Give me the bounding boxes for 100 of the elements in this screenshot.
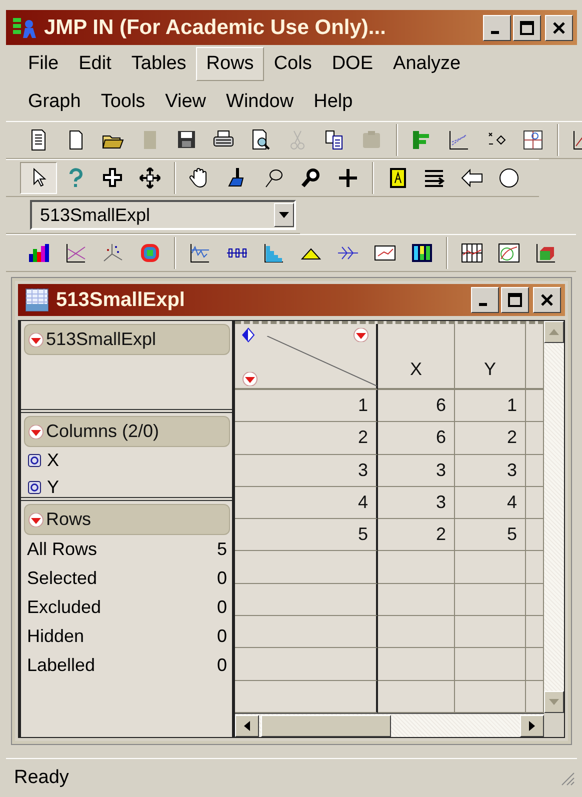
down-arrow-icon — [549, 699, 559, 705]
menu-item[interactable]: Window — [216, 85, 304, 119]
cube-icon — [534, 241, 558, 265]
diamond-icon[interactable] — [241, 327, 255, 343]
table-cell — [455, 584, 526, 616]
horizontal-scrollbar[interactable] — [235, 713, 544, 737]
close-button[interactable] — [533, 287, 561, 313]
menu-item[interactable]: Edit — [68, 47, 122, 81]
row-number[interactable]: 3 — [235, 454, 378, 487]
panel-header[interactable]: 513SmallExpl — [24, 324, 230, 355]
cross-icon — [100, 166, 124, 190]
row-number[interactable]: 1 — [235, 390, 378, 422]
row-state-label: Selected — [27, 568, 98, 589]
app-logo-icon — [12, 16, 38, 40]
vertical-scrollbar[interactable] — [544, 321, 564, 713]
menu-item[interactable]: File — [18, 47, 69, 81]
table-cell: 3 — [378, 454, 455, 487]
column-header[interactable]: X — [378, 324, 455, 390]
scrollbar-thumb[interactable] — [261, 714, 391, 736]
table-dropdown[interactable]: 513SmallExpl — [30, 200, 296, 230]
scroll-left-button[interactable] — [235, 714, 259, 736]
row-number[interactable] — [235, 616, 378, 648]
line-chart-icon — [64, 241, 88, 265]
matrix-plot-icon — [520, 128, 544, 152]
close-icon — [540, 293, 554, 307]
table-cell: 6 — [378, 422, 455, 455]
right-arrow-icon — [529, 720, 535, 730]
panel-title: Rows — [46, 509, 92, 530]
disclosure-icon[interactable] — [27, 332, 45, 346]
scroll-right-button[interactable] — [520, 714, 544, 736]
scroll-down-button[interactable] — [544, 691, 564, 713]
menu-item[interactable]: DOE — [322, 47, 384, 81]
circle-icon — [496, 166, 520, 190]
row-state-count: 0 — [216, 626, 227, 647]
row-state-label: Excluded — [27, 597, 102, 618]
table-cell: 3 — [378, 486, 455, 520]
cell-plot-icon — [410, 241, 434, 265]
minimize-icon — [491, 30, 499, 34]
minimize-icon — [479, 303, 487, 306]
column-header[interactable]: Y — [455, 324, 526, 390]
bar-chart-icon — [26, 241, 50, 265]
row-number[interactable] — [235, 648, 378, 681]
disclosure-icon[interactable] — [241, 372, 259, 386]
maximize-icon — [508, 293, 522, 307]
left-arrow-icon — [244, 720, 250, 730]
maximize-button[interactable] — [501, 287, 529, 313]
table-cell: 2 — [455, 422, 526, 455]
row-state-label: All Rows — [27, 539, 98, 560]
minimize-button[interactable] — [483, 14, 511, 40]
table-cell: 3 — [455, 454, 526, 487]
row-state-count: 0 — [216, 655, 227, 676]
row-state-count: 5 — [216, 539, 227, 560]
disclosure-icon[interactable] — [352, 328, 370, 342]
magnifier-icon — [298, 166, 322, 190]
table-cell: 6 — [378, 390, 455, 422]
disclosure-icon[interactable] — [27, 424, 45, 438]
table-cell: 1 — [455, 390, 526, 422]
menu-item[interactable]: Analyze — [383, 47, 471, 81]
contour-plot-icon — [496, 241, 520, 265]
menu-item[interactable]: View — [155, 85, 216, 119]
panel-title: Columns (2/0) — [46, 421, 160, 442]
menu-item[interactable]: Graph — [18, 85, 91, 119]
table-cell — [455, 551, 526, 584]
close-icon — [552, 20, 566, 34]
column-name[interactable]: X — [47, 450, 60, 471]
grid-chart-icon — [460, 241, 484, 265]
maximize-button[interactable] — [513, 14, 541, 40]
minimize-button[interactable] — [471, 287, 499, 313]
panel-header[interactable]: Columns (2/0) — [24, 416, 230, 447]
close-button[interactable] — [545, 14, 573, 40]
row-number[interactable]: 4 — [235, 486, 378, 520]
maximize-icon — [520, 20, 534, 34]
panel-title: 513SmallExpl — [46, 329, 156, 350]
table-cell: 2 — [378, 519, 455, 552]
scrollbar-corner — [544, 713, 564, 737]
status-text: Ready — [14, 767, 69, 789]
menu-item[interactable]: Rows — [196, 47, 264, 81]
row-state-label: Labelled — [27, 655, 96, 676]
table-cell: 4 — [455, 486, 526, 520]
resize-grip-icon[interactable] — [559, 770, 575, 786]
pointer-button[interactable] — [20, 162, 57, 194]
menu-item[interactable]: Help — [304, 85, 363, 119]
disclosure-icon[interactable] — [27, 512, 45, 526]
row-number[interactable] — [235, 551, 378, 584]
row-number[interactable]: 2 — [235, 422, 378, 455]
row-number[interactable]: 5 — [235, 519, 378, 552]
scatter-plot-icon — [446, 128, 470, 152]
panel-header[interactable]: Rows — [24, 504, 230, 535]
window-title: JMP IN (For Academic Use Only)... — [44, 16, 387, 40]
row-state-count: 0 — [216, 597, 227, 618]
control-chart-icon — [188, 241, 212, 265]
move-icon — [138, 166, 162, 190]
row-number[interactable] — [235, 584, 378, 616]
row-state-label: Hidden — [27, 626, 84, 647]
scroll-up-button[interactable] — [544, 321, 564, 343]
menu-item[interactable]: Tables — [121, 47, 196, 81]
menu-item[interactable]: Cols — [264, 47, 322, 81]
data-table-icon — [24, 287, 50, 313]
column-name[interactable]: Y — [47, 477, 60, 498]
menu-item[interactable]: Tools — [90, 85, 156, 119]
